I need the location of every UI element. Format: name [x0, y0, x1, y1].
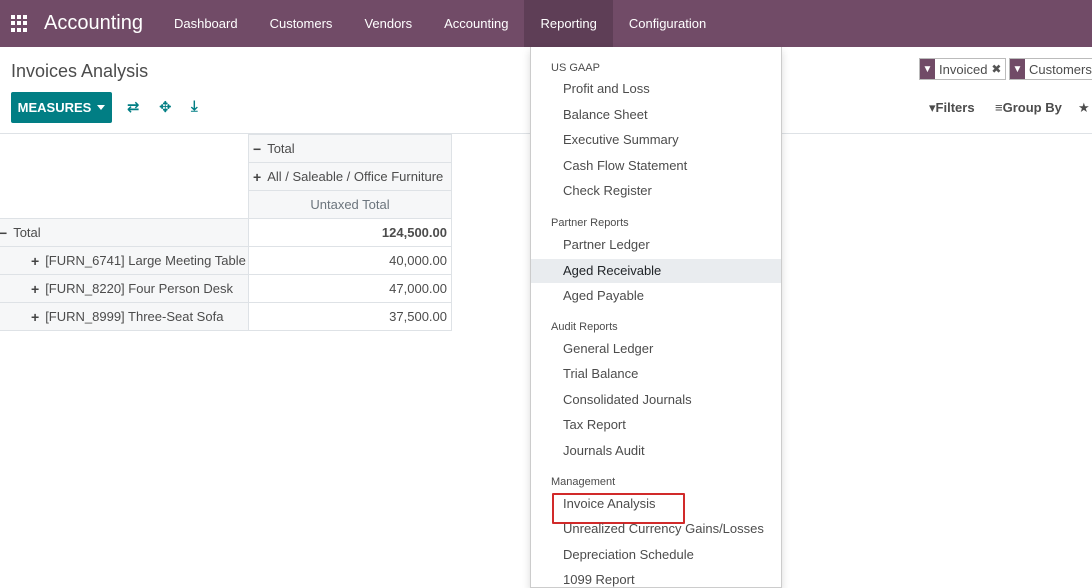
table-row[interactable]: + [FURN_8999] Three-Seat Sofa — [0, 302, 249, 331]
menu-accounting[interactable]: Accounting — [428, 0, 524, 47]
expand-all-icon[interactable]: ✥ — [159, 98, 172, 116]
reporting-dropdown: US GAAP Profit and Loss Balance Sheet Ex… — [530, 47, 782, 588]
col-total-label: Total — [267, 141, 295, 156]
menu-item-journals-audit[interactable]: Journals Audit — [531, 439, 781, 463]
caret-down-icon — [97, 105, 106, 110]
close-icon[interactable]: ✖ — [991, 62, 1005, 76]
table-row[interactable]: + [FURN_8220] Four Person Desk — [0, 274, 249, 303]
list-icon: ≡ — [995, 100, 1003, 115]
menu-item-partner-ledger[interactable]: Partner Ledger — [531, 233, 781, 257]
measure-header: Untaxed Total — [248, 190, 452, 219]
flip-axis-icon[interactable]: ⇄ — [127, 98, 140, 116]
menu-item-trial-balance[interactable]: Trial Balance — [531, 362, 781, 386]
menu-item-depreciation-schedule[interactable]: Depreciation Schedule — [531, 543, 781, 567]
row-label: [FURN_8220] Four Person Desk — [45, 281, 234, 296]
filters-button[interactable]: ▾Filters — [929, 100, 975, 116]
menu-reporting[interactable]: Reporting — [524, 0, 613, 47]
menu-item-invoice-analysis[interactable]: Invoice Analysis — [531, 492, 781, 524]
filters-label: Filters — [935, 100, 975, 115]
groupby-button[interactable]: ≡Group By — [995, 100, 1062, 115]
minus-icon: − — [253, 140, 262, 157]
row-label: [FURN_8999] Three-Seat Sofa — [45, 309, 224, 324]
groupby-label: Group By — [1002, 100, 1062, 115]
download-icon[interactable]: ⤓ — [191, 98, 198, 115]
row-value: 47,000.00 — [248, 274, 452, 303]
menu-item-balance-sheet[interactable]: Balance Sheet — [531, 103, 781, 127]
total-value-text: 124,500.00 — [381, 225, 447, 240]
menu-item-profit-and-loss[interactable]: Profit and Loss — [531, 77, 781, 101]
menu-item-1099-report[interactable]: 1099 Report — [531, 568, 781, 588]
section-header-management: Management — [551, 476, 616, 488]
menu-configuration[interactable]: Configuration — [613, 0, 722, 47]
menu-item-check-register[interactable]: Check Register — [531, 179, 781, 203]
filter-icon: ▼ — [1010, 59, 1025, 79]
facet-label: Customers — [1029, 61, 1092, 77]
row-value-text: 47,000.00 — [389, 281, 447, 296]
minus-icon: − — [0, 224, 8, 241]
menu-dashboard[interactable]: Dashboard — [158, 0, 254, 47]
row-value-text: 40,000.00 — [389, 253, 447, 268]
section-header-partner: Partner Reports — [551, 217, 629, 229]
menu-item-aged-payable[interactable]: Aged Payable — [531, 284, 781, 308]
measures-button[interactable]: MEASURES — [11, 92, 112, 123]
star-icon[interactable]: ★ — [1078, 100, 1090, 116]
measure-label: Untaxed Total — [310, 197, 390, 212]
menu-item-general-ledger[interactable]: General Ledger — [531, 337, 781, 361]
col-header-total[interactable]: − Total — [248, 134, 452, 163]
facet-label: Invoiced — [939, 61, 988, 77]
apps-grid-icon[interactable] — [11, 14, 29, 33]
section-header-us-gaap: US GAAP — [551, 62, 600, 74]
menu-item-cash-flow-statement[interactable]: Cash Flow Statement — [531, 154, 781, 178]
facet-invoiced[interactable]: ▼ Invoiced ✖ — [919, 58, 1007, 80]
row-label: [FURN_6741] Large Meeting Table — [45, 253, 246, 268]
col-group-label: All / Saleable / Office Furniture — [267, 169, 444, 184]
row-header-total[interactable]: − Total — [0, 218, 249, 247]
menu-customers[interactable]: Customers — [254, 0, 349, 47]
facet-customers[interactable]: ▼ Customers — [1009, 58, 1092, 80]
table-row[interactable]: + [FURN_6741] Large Meeting Table — [0, 246, 249, 275]
section-header-audit: Audit Reports — [551, 321, 618, 333]
menu-item-tax-report[interactable]: Tax Report — [531, 413, 781, 437]
col-header-group[interactable]: + All / Saleable / Office Furniture — [248, 162, 452, 191]
plus-icon: + — [31, 308, 40, 325]
app-brand[interactable]: Accounting — [44, 12, 143, 35]
row-value-text: 37,500.00 — [389, 309, 447, 324]
page-title: Invoices Analysis — [11, 61, 149, 81]
row-total-label: Total — [13, 225, 41, 240]
filter-icon: ▼ — [920, 59, 935, 79]
plus-icon: + — [253, 168, 262, 185]
menu-item-executive-summary[interactable]: Executive Summary — [531, 128, 781, 152]
menu-item-consolidated-journals[interactable]: Consolidated Journals — [531, 388, 781, 412]
menu-item-aged-receivable[interactable]: Aged Receivable — [531, 259, 781, 283]
total-value: 124,500.00 — [248, 218, 452, 247]
plus-icon: + — [31, 280, 40, 297]
menu-vendors[interactable]: Vendors — [348, 0, 428, 47]
plus-icon: + — [31, 252, 40, 269]
top-navbar: Accounting Dashboard Customers Vendors A… — [0, 0, 1092, 47]
row-value: 40,000.00 — [248, 246, 452, 275]
measures-label: MEASURES — [17, 100, 92, 115]
pivot-corner — [0, 134, 249, 219]
row-value: 37,500.00 — [248, 302, 452, 331]
menu-item-unrealized-currency[interactable]: Unrealized Currency Gains/Losses — [531, 517, 781, 541]
